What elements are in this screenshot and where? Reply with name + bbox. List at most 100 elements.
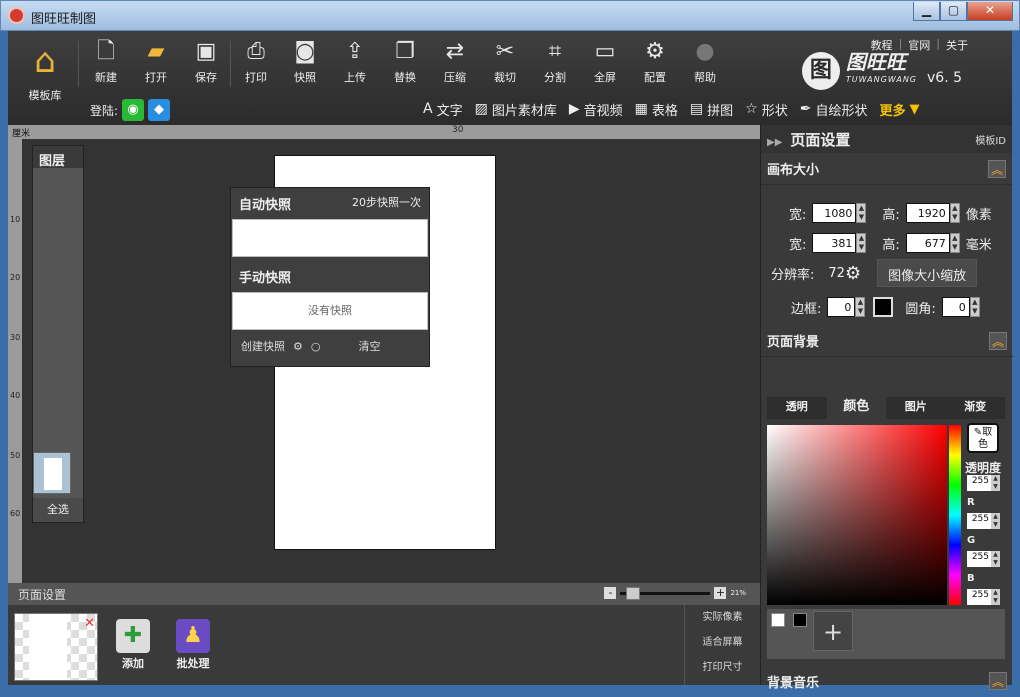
height-mm-value[interactable]: 677 xyxy=(905,233,950,253)
maximize-button[interactable]: ▢ xyxy=(940,2,967,21)
camera-icon: ◙ xyxy=(294,39,316,64)
actual-pixels-button[interactable]: 实际像素 xyxy=(685,605,760,630)
zoom-in-button[interactable]: + xyxy=(714,587,727,599)
search-icon[interactable]: ○ xyxy=(311,340,321,353)
g-field[interactable]: 255 ▲ ▼ xyxy=(967,551,1000,567)
crop-button[interactable]: ✂ 裁切 xyxy=(485,39,525,85)
clear-snapshot-button[interactable]: 清空 xyxy=(358,338,380,354)
dpi-value[interactable]: 72 xyxy=(828,266,845,281)
spin-arrows-icon[interactable]: ▲ ▼ xyxy=(856,233,867,253)
manual-snapshot-list[interactable]: 没有快照 xyxy=(232,292,428,330)
spin-arrows-icon[interactable]: ▲ ▼ xyxy=(855,297,866,317)
b-value[interactable]: 255 xyxy=(967,589,991,605)
tab-gradient[interactable]: 渐变 xyxy=(946,397,1006,419)
print-button[interactable]: ⎙ 打印 xyxy=(236,39,276,85)
help-button[interactable]: ● 帮助 xyxy=(685,39,725,85)
radius-field[interactable]: 0 ▲ ▼ xyxy=(941,297,980,317)
more-button[interactable]: 更多 ▼ xyxy=(879,100,919,119)
delete-page-icon[interactable]: ✕ xyxy=(84,616,95,631)
width-mm-field[interactable]: 381 ▲ ▼ xyxy=(812,233,867,253)
alpha-value[interactable]: 255 xyxy=(967,475,991,491)
close-button[interactable]: ✕ xyxy=(967,2,1013,21)
width-px-value[interactable]: 1080 xyxy=(812,203,857,223)
spin-arrows-icon[interactable]: ▲ ▼ xyxy=(991,513,1000,529)
gear-icon[interactable]: ⚙ xyxy=(845,263,861,284)
collapse-icon[interactable]: ︽ xyxy=(988,159,1006,178)
upload-button[interactable]: ⇪ 上传 xyxy=(335,39,375,85)
swatch-area: + xyxy=(767,609,1005,659)
page-settings-label[interactable]: 页面设置 xyxy=(18,586,66,603)
color-picker[interactable] xyxy=(767,425,947,605)
auto-snapshot-list[interactable] xyxy=(232,219,428,257)
add-page-button[interactable]: ✚ 添加 xyxy=(114,619,152,671)
add-swatch-button[interactable]: + xyxy=(813,611,853,651)
width-mm-value[interactable]: 381 xyxy=(812,233,857,253)
insert-freeform-button[interactable]: ✒ 自绘形状 xyxy=(800,100,868,119)
split-button[interactable]: ⌗ 分割 xyxy=(535,39,575,85)
spin-arrows-icon[interactable]: ▲ ▼ xyxy=(991,475,1000,491)
wechat-login-icon[interactable]: ◉ xyxy=(122,99,145,121)
spin-arrows-icon[interactable]: ▲ ▼ xyxy=(969,297,980,317)
page-thumbnail[interactable]: ✕ xyxy=(14,613,98,681)
collapse-icon[interactable]: ︽ xyxy=(989,331,1007,350)
snapshot-button[interactable]: ◙ 快照 xyxy=(285,39,325,85)
b-field[interactable]: 255 ▲ ▼ xyxy=(967,589,1000,605)
alpha-field[interactable]: 255 ▲ ▼ xyxy=(967,475,1000,491)
insert-media-button[interactable]: ▶ 音视频 xyxy=(569,100,623,119)
black-swatch[interactable] xyxy=(793,613,807,627)
insert-table-button[interactable]: ▦ 表格 xyxy=(635,100,678,119)
zoom-slider[interactable] xyxy=(620,586,711,600)
settings-button[interactable]: ⚙ 配置 xyxy=(635,39,675,85)
spin-arrows-icon[interactable]: ▲ ▼ xyxy=(991,589,1000,605)
height-px-field[interactable]: 1920 ▲ ▼ xyxy=(905,203,960,223)
folder-icon: ▰ xyxy=(147,39,165,64)
template-id-button[interactable]: 模板ID xyxy=(975,132,1006,147)
hue-slider[interactable] xyxy=(949,425,961,605)
tab-transparent[interactable]: 透明 xyxy=(767,397,827,419)
height-mm-field[interactable]: 677 ▲ ▼ xyxy=(905,233,960,253)
spin-arrows-icon[interactable]: ▲ ▼ xyxy=(949,203,960,223)
r-value[interactable]: 255 xyxy=(967,513,991,529)
fullscreen-button[interactable]: ▭ 全屏 xyxy=(585,39,625,85)
new-button[interactable]: 🗋 新建 xyxy=(86,39,126,85)
qq-login-icon[interactable]: ◆ xyxy=(148,99,171,121)
width-px-field[interactable]: 1080 ▲ ▼ xyxy=(812,203,867,223)
spin-arrows-icon[interactable]: ▲ ▼ xyxy=(991,551,1000,567)
canvas-area[interactable]: 厘米 30 10 20 30 40 50 60 图层 全选 自动快照 20步快照一… xyxy=(8,125,760,583)
insert-shape-button[interactable]: ☆ 形状 xyxy=(745,100,788,119)
insert-text-button[interactable]: A 文字 xyxy=(423,100,463,119)
insert-image-library-button[interactable]: ▨ 图片素材库 xyxy=(475,100,557,119)
save-button[interactable]: ▣ 保存 xyxy=(186,39,226,85)
eyedropper-button[interactable]: ✎取色 xyxy=(967,423,999,453)
height-px-value[interactable]: 1920 xyxy=(905,203,950,223)
border-value[interactable]: 0 xyxy=(827,297,856,317)
tab-color[interactable]: 颜色 xyxy=(826,397,886,419)
fit-screen-button[interactable]: 适合屏幕 xyxy=(685,630,760,655)
create-snapshot-button[interactable]: 创建快照 xyxy=(241,338,285,354)
tab-image[interactable]: 图片 xyxy=(886,397,946,419)
insert-collage-button[interactable]: ▤ 拼图 xyxy=(690,100,733,119)
minimize-button[interactable]: ▁ xyxy=(913,2,940,21)
r-field[interactable]: 255 ▲ ▼ xyxy=(967,513,1000,529)
replace-button[interactable]: ❐ 替换 xyxy=(385,39,425,85)
auto-snapshot-title: 自动快照 xyxy=(239,198,292,213)
print-size-button[interactable]: 打印尺寸 xyxy=(685,655,760,680)
template-library-button[interactable]: ⌂ 模板库 xyxy=(24,41,66,103)
g-value[interactable]: 255 xyxy=(967,551,991,567)
radius-value[interactable]: 0 xyxy=(941,297,970,317)
spin-arrows-icon[interactable]: ▲ ▼ xyxy=(856,203,867,223)
image-resize-button[interactable]: 图像大小缩放 xyxy=(877,259,978,287)
spin-arrows-icon[interactable]: ▲ ▼ xyxy=(949,233,960,253)
compress-button[interactable]: ⇄ 压缩 xyxy=(435,39,475,85)
gear-icon[interactable]: ⚙ xyxy=(293,340,303,353)
collapse-icon[interactable]: ︽ xyxy=(989,672,1007,690)
layer-thumbnail[interactable] xyxy=(33,452,71,494)
select-all-button[interactable]: 全选 xyxy=(33,498,83,522)
white-swatch[interactable] xyxy=(771,613,785,627)
open-button[interactable]: ▰ 打开 xyxy=(136,39,176,85)
border-field[interactable]: 0 ▲ ▼ xyxy=(827,297,866,317)
zoom-slider-handle[interactable] xyxy=(626,586,641,600)
border-color-swatch[interactable] xyxy=(873,297,894,317)
zoom-out-button[interactable]: - xyxy=(604,587,617,599)
batch-button[interactable]: ♟ 批处理 xyxy=(174,619,212,671)
